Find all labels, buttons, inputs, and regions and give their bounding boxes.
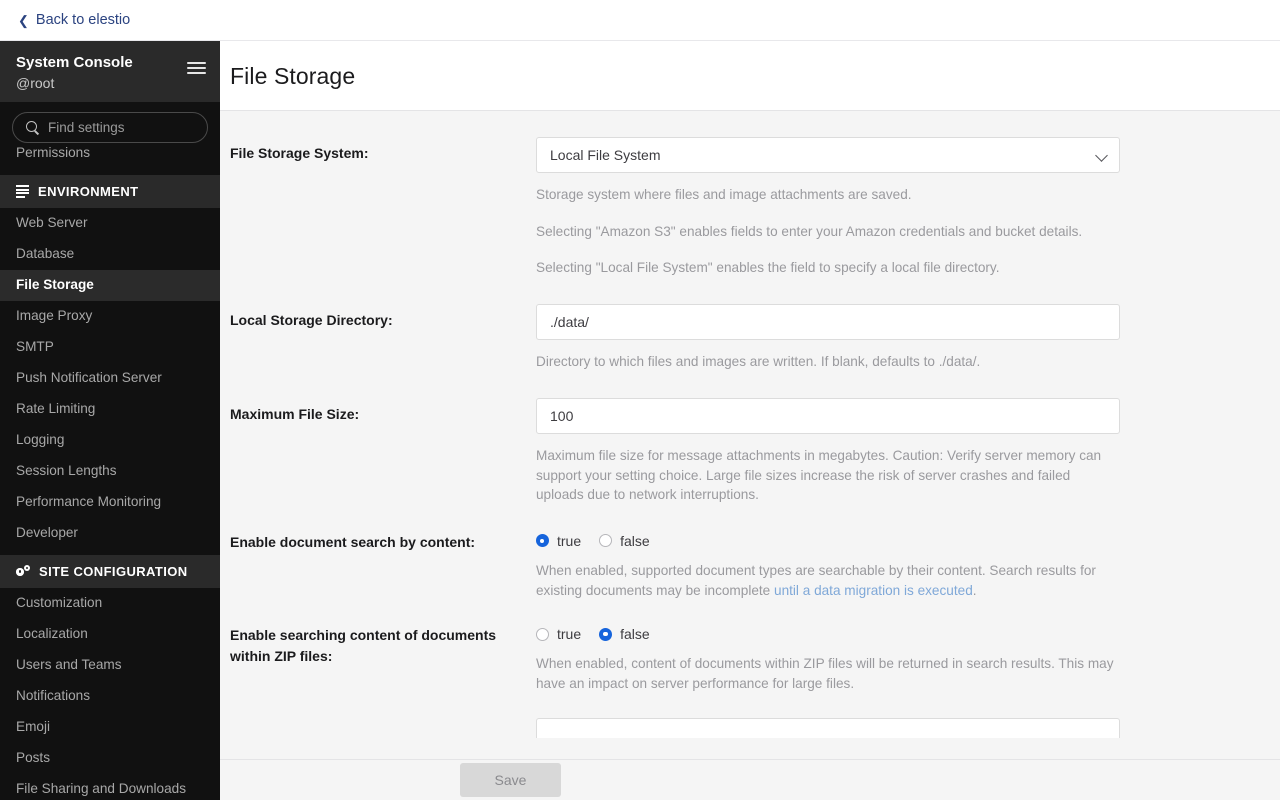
document-search-radio-group: true false: [536, 531, 1120, 549]
sidebar-item-rate-limiting[interactable]: Rate Limiting: [0, 394, 220, 425]
zip-search-radio-false[interactable]: false: [599, 626, 650, 642]
sidebar-item-push-notification-server[interactable]: Push Notification Server: [0, 363, 220, 394]
field-help-text: Maximum file size for message attachment…: [536, 447, 1102, 503]
sidebar-item-file-storage[interactable]: File Storage: [0, 269, 220, 301]
radio-label: false: [620, 532, 650, 549]
local-storage-directory-input[interactable]: [536, 304, 1120, 341]
help-text-after-link: .: [972, 582, 977, 598]
sidebar-item-developer[interactable]: Developer: [0, 518, 220, 549]
radio-dot-icon: [599, 627, 613, 641]
settings-form: File Storage System: Local File System S…: [220, 111, 1280, 759]
back-link-label: Back to elestio: [35, 12, 131, 28]
sidebar-nav[interactable]: Permissions ENVIRONMENT Web Server Datab…: [0, 143, 220, 800]
sidebar-item-localization[interactable]: Localization: [0, 619, 220, 650]
sidebar-title: System Console: [16, 54, 133, 71]
radio-dot-icon: [536, 627, 549, 641]
sidebar-item-image-proxy[interactable]: Image Proxy: [0, 301, 220, 332]
sidebar-section-environment[interactable]: ENVIRONMENT: [0, 174, 220, 208]
radio-label: false: [620, 626, 650, 643]
field-help-text: Storage system where files and image att…: [536, 187, 912, 202]
sidebar-header: System Console @root: [0, 41, 220, 102]
top-bar: ❮ Back to elestio: [0, 0, 1280, 41]
sidebar-item-permissions[interactable]: Permissions: [0, 143, 220, 169]
radio-dot-icon: [536, 534, 549, 548]
zip-search-radio-group: true false: [536, 624, 1120, 642]
field-label: Maximum File Size:: [230, 405, 360, 422]
sidebar-item-posts[interactable]: Posts: [0, 743, 220, 774]
sidebar-item-notifications[interactable]: Notifications: [0, 681, 220, 712]
sidebar-search-container: Find settings: [0, 102, 220, 143]
sidebar-identity: System Console @root: [16, 54, 133, 93]
field-help-text: Selecting "Amazon S3" enables fields to …: [536, 223, 1083, 239]
field-help-text: Selecting "Local File System" enables th…: [536, 260, 1000, 276]
field-label: Enable searching content of documents wi…: [230, 627, 497, 664]
save-button[interactable]: Save: [460, 763, 561, 797]
sidebar-username: @root: [16, 74, 55, 91]
field-maximum-file-size: Maximum File Size: Maximum file size for…: [230, 397, 1280, 505]
hamburger-icon[interactable]: [187, 62, 206, 74]
field-help-text: Directory to which files and images are …: [536, 354, 981, 370]
sidebar-item-customization[interactable]: Customization: [0, 588, 220, 619]
sidebar-item-web-server[interactable]: Web Server: [0, 208, 220, 239]
field-label: File Storage System:: [230, 145, 369, 161]
field-label: Enable document search by content:: [230, 533, 476, 550]
sidebar-item-performance-monitoring[interactable]: Performance Monitoring: [0, 487, 220, 518]
sidebar-section-label: SITE CONFIGURATION: [39, 563, 188, 579]
field-help-text: When enabled, content of documents withi…: [536, 656, 1114, 692]
field-zip-search: Enable searching content of documents wi…: [230, 624, 1280, 693]
stacked-layers-icon: [16, 184, 29, 198]
sidebar-item-emoji[interactable]: Emoji: [0, 712, 220, 743]
search-placeholder: Find settings: [48, 120, 125, 135]
sidebar-item-session-lengths[interactable]: Session Lengths: [0, 456, 220, 487]
page-header: File Storage: [220, 41, 1280, 111]
file-storage-system-select[interactable]: Local File System: [536, 137, 1120, 173]
main-panel: File Storage File Storage System: Local …: [220, 41, 1280, 800]
next-field-input-clipped[interactable]: [536, 717, 1120, 738]
field-label: Local Storage Directory:: [230, 312, 393, 329]
search-icon: [26, 121, 39, 134]
app-shell: System Console @root Find settings Permi…: [0, 41, 1280, 800]
field-file-storage-system: File Storage System: Local File System S…: [230, 137, 1280, 278]
sidebar-item-logging[interactable]: Logging: [0, 425, 220, 456]
sidebar: System Console @root Find settings Permi…: [0, 41, 220, 800]
field-local-storage-directory: Local Storage Directory: Directory to wh…: [230, 304, 1280, 372]
data-migration-link[interactable]: until a data migration is executed: [774, 583, 973, 598]
gears-icon: [16, 564, 30, 578]
zip-search-radio-true[interactable]: true: [536, 626, 581, 642]
sidebar-section-label: ENVIRONMENT: [38, 183, 139, 199]
radio-dot-icon: [599, 534, 613, 548]
sidebar-section-site-configuration[interactable]: SITE CONFIGURATION: [0, 554, 220, 588]
radio-label: true: [557, 626, 582, 643]
sidebar-item-database[interactable]: Database: [0, 239, 220, 270]
back-to-elestio-link[interactable]: ❮ Back to elestio: [18, 12, 130, 28]
document-search-radio-false[interactable]: false: [599, 533, 650, 549]
page-title: File Storage: [230, 63, 356, 89]
maximum-file-size-input[interactable]: [536, 397, 1120, 434]
radio-label: true: [557, 532, 582, 549]
sidebar-item-file-sharing-and-downloads[interactable]: File Sharing and Downloads: [0, 774, 220, 800]
sidebar-item-users-and-teams[interactable]: Users and Teams: [0, 650, 220, 681]
form-footer: Save: [220, 759, 1280, 800]
sidebar-item-smtp[interactable]: SMTP: [0, 332, 220, 363]
chevron-left-icon: ❮: [18, 12, 29, 28]
document-search-radio-true[interactable]: true: [536, 533, 581, 549]
field-help-text: When enabled, supported document types a…: [536, 561, 1120, 600]
search-input[interactable]: Find settings: [12, 112, 208, 143]
field-document-search: Enable document search by content: true …: [230, 531, 1280, 600]
